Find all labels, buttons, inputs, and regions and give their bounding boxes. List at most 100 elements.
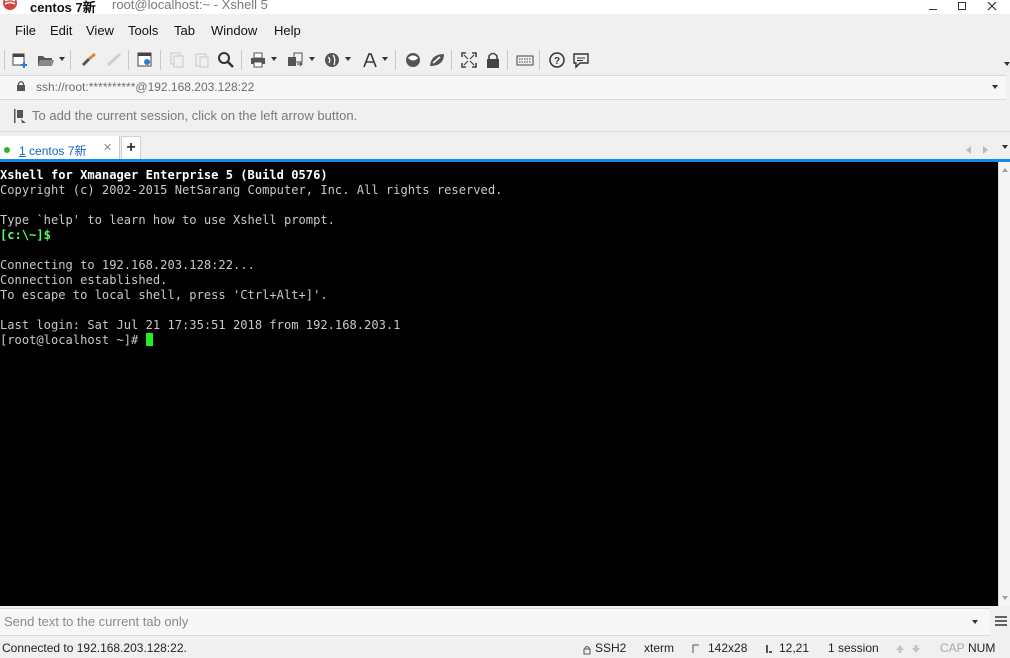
num-lock-indicator: NUM xyxy=(968,641,996,655)
hint-text: To add the current session, click on the… xyxy=(32,108,358,123)
protocol: SSH2 xyxy=(595,641,627,655)
toolbar-separator xyxy=(507,50,508,70)
lock-icon[interactable] xyxy=(483,50,503,70)
window-title: root@localhost:~ - Xshell 5 xyxy=(112,0,268,12)
terminal-line: Connecting to 192.168.203.128:22... xyxy=(0,258,255,272)
terminal-area[interactable]: Xshell for Xmanager Enterprise 5 (Build … xyxy=(0,162,998,606)
font-icon[interactable] xyxy=(360,50,380,70)
title-bar: centos 7新 root@localhost:~ - Xshell 5 xyxy=(0,0,1010,14)
svg-text:?: ? xyxy=(554,56,560,67)
tab-title: centos 7新 xyxy=(29,144,87,158)
address-dropdown-icon[interactable] xyxy=(992,85,998,89)
help-icon[interactable]: ? xyxy=(547,50,567,70)
minimize-icon[interactable] xyxy=(921,0,945,14)
compose-target-dropdown-icon[interactable] xyxy=(972,620,978,624)
menu-window[interactable]: Window xyxy=(211,23,257,38)
reconnect-icon[interactable] xyxy=(79,50,99,70)
new-session-icon[interactable] xyxy=(10,50,30,70)
toolbar-separator xyxy=(70,50,71,70)
toolbar: ? xyxy=(0,44,1010,74)
open-dropdown-icon[interactable] xyxy=(59,57,65,61)
chat-icon[interactable] xyxy=(571,50,591,70)
toolbar-separator xyxy=(539,50,540,70)
print-icon[interactable] xyxy=(248,50,268,70)
open-session-icon[interactable] xyxy=(36,50,56,70)
transfer-icon[interactable] xyxy=(285,50,305,70)
keyboard-icon[interactable] xyxy=(515,50,535,70)
terminal-cursor xyxy=(145,333,153,346)
connection-status-dot xyxy=(4,147,10,153)
local-prompt: [c:\~]$ xyxy=(0,228,51,242)
remote-prompt: [root@localhost ~]# xyxy=(0,333,146,347)
terminal-line: To escape to local shell, press 'Ctrl+Al… xyxy=(0,288,328,302)
terminal-line: Copyright (c) 2002-2015 NetSarang Comput… xyxy=(0,183,503,197)
cursor-position-icon xyxy=(765,642,773,657)
transfer-dropdown-icon[interactable] xyxy=(309,57,315,61)
tab-list-dropdown-icon[interactable] xyxy=(1002,145,1008,149)
copy-icon[interactable] xyxy=(167,50,187,70)
font-dropdown-icon[interactable] xyxy=(382,57,388,61)
add-session-arrow-icon[interactable] xyxy=(13,108,27,127)
terminal-type: xterm xyxy=(644,641,674,655)
session-up-icon[interactable] xyxy=(895,642,905,657)
toolbar-separator xyxy=(395,50,396,70)
menu-view[interactable]: View xyxy=(86,23,114,38)
new-tab-button[interactable]: + xyxy=(121,136,141,160)
toolbar-separator xyxy=(241,50,242,70)
toolbar-separator xyxy=(160,50,161,70)
terminal-output: Xshell for Xmanager Enterprise 5 (Build … xyxy=(0,168,502,348)
menu-file[interactable]: File xyxy=(15,23,36,38)
properties-icon[interactable] xyxy=(135,50,155,70)
menu-bar: File Edit View Tools Tab Window Help xyxy=(0,18,1010,44)
terminal-line: Xshell for Xmanager Enterprise 5 (Build … xyxy=(0,168,328,182)
paste-icon[interactable] xyxy=(192,50,212,70)
tab-scroll-right-icon[interactable] xyxy=(982,142,988,157)
terminal-line: Last login: Sat Jul 21 17:35:51 2018 fro… xyxy=(0,318,401,332)
terminal-line: Type `help' to learn how to use Xshell p… xyxy=(0,213,335,227)
terminal-scrollbar[interactable] xyxy=(998,162,1010,606)
disconnect-icon[interactable] xyxy=(104,50,124,70)
web-icon[interactable] xyxy=(322,50,342,70)
session-hint-bar: To add the current session, click on the… xyxy=(0,101,1010,129)
status-bar: Connected to 192.168.203.128:22. SSH2 xt… xyxy=(0,637,1010,656)
xshell-logo-icon xyxy=(2,0,18,11)
close-icon[interactable] xyxy=(980,0,1004,14)
terminal-size: 142x28 xyxy=(708,641,748,655)
terminal-size-icon xyxy=(692,642,700,657)
print-dropdown-icon[interactable] xyxy=(271,57,277,61)
session-down-icon[interactable] xyxy=(911,642,921,657)
cursor-position: 12,21 xyxy=(779,641,810,655)
toolbar-separator xyxy=(4,50,5,70)
compose-bar xyxy=(0,608,990,636)
lock-icon xyxy=(16,80,26,95)
caps-lock-indicator: CAP xyxy=(940,641,965,655)
scroll-up-icon[interactable] xyxy=(1002,168,1008,172)
terminal-line: Connection established. xyxy=(0,273,168,287)
web-dropdown-icon[interactable] xyxy=(345,57,351,61)
scroll-down-icon[interactable] xyxy=(1002,596,1008,600)
xftp-icon[interactable] xyxy=(403,50,423,70)
tab-bar: 1 centos 7新 ✕ + xyxy=(0,131,1010,163)
connection-status: Connected to 192.168.203.128:22. xyxy=(2,641,187,655)
compose-menu-icon[interactable] xyxy=(995,615,1007,630)
fullscreen-icon[interactable] xyxy=(459,50,479,70)
find-icon[interactable] xyxy=(216,50,236,70)
session-count: 1 session xyxy=(828,641,879,655)
menu-tools[interactable]: Tools xyxy=(128,23,158,38)
toolbar-separator xyxy=(451,50,452,70)
menu-tab[interactable]: Tab xyxy=(174,23,195,38)
tab-number: 1 xyxy=(19,144,26,158)
tab-scroll-left-icon[interactable] xyxy=(966,142,972,157)
menu-help[interactable]: Help xyxy=(274,23,301,38)
compose-input[interactable] xyxy=(4,614,954,629)
xmanager-icon[interactable] xyxy=(427,50,447,70)
window-session-name: centos 7新 xyxy=(30,0,96,14)
address-field[interactable]: ssh://root:**********@192.168.203.128:22 xyxy=(36,80,254,94)
menu-edit[interactable]: Edit xyxy=(50,23,72,38)
tab-close-icon[interactable]: ✕ xyxy=(103,141,112,154)
maximize-icon[interactable] xyxy=(950,0,974,14)
tab-label: 1 centos 7新 xyxy=(19,142,86,159)
address-bar[interactable]: ssh://root:**********@192.168.203.128:22 xyxy=(0,75,1006,100)
toolbar-separator xyxy=(128,50,129,70)
toolbar-overflow-icon[interactable] xyxy=(1004,62,1010,66)
